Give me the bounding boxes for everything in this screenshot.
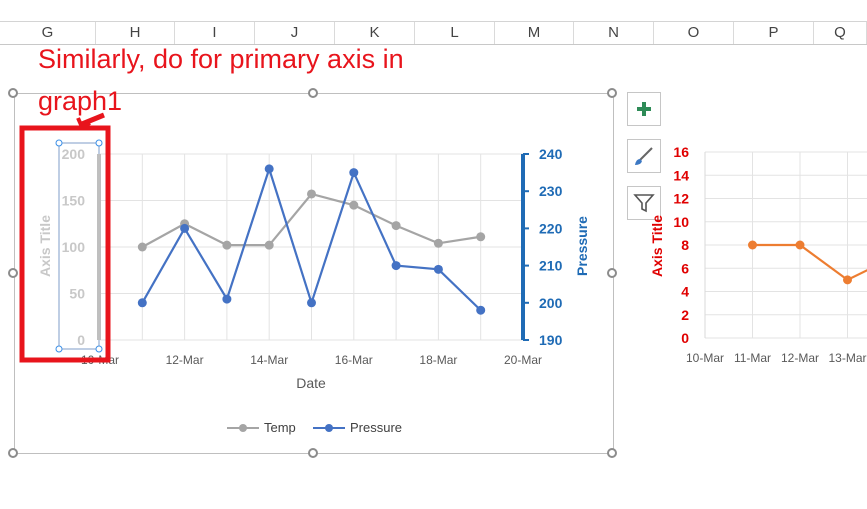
chart2-x-tick-label: 10-Mar: [686, 351, 724, 365]
chart2-x-tick-label: 13-Mar: [828, 351, 866, 365]
series-point-temp: [476, 232, 486, 242]
secondary-y-tick-label: 220: [539, 220, 563, 236]
chart2-y-tick-label: 16: [673, 144, 689, 160]
chart1-gridlines: [99, 153, 524, 341]
x-tick-label: 14-Mar: [250, 353, 288, 367]
series-point-temp: [391, 221, 401, 231]
series-point-pressure: [391, 261, 401, 271]
legend-marker-pressure: [325, 424, 333, 432]
chart2-labels: 0 2 4 6 8 10 12 14 16 Axis Title 10-Mar 11-Mar 12-Ma…: [649, 144, 867, 365]
annotation-text: Similarly, do for primary axis in graph1: [38, 44, 404, 116]
series-point-temp: [307, 189, 316, 199]
legend-marker-temp: [239, 424, 247, 432]
legend-label-pressure: Pressure: [350, 420, 402, 435]
series-point-temp: [433, 238, 443, 248]
secondary-y-tick-label: 200: [539, 295, 563, 311]
series-point-temp: [349, 200, 359, 210]
chart2-y-tick-label: 12: [673, 191, 689, 207]
chart2-series-line: [752, 243, 867, 282]
x-tick-label: 18-Mar: [419, 353, 457, 367]
chart2-series-point: [843, 275, 852, 285]
selection-handle[interactable]: [95, 345, 103, 353]
x-tick-label: 12-Mar: [166, 353, 204, 367]
series-point-pressure: [476, 305, 486, 315]
selection-handle[interactable]: [55, 345, 63, 353]
chart2-y-tick-label: 8: [681, 237, 689, 253]
legend-label-temp: Temp: [264, 420, 296, 435]
series-point-pressure: [264, 164, 274, 174]
chart2-y-tick-label: 0: [681, 330, 689, 346]
chart2-series-point: [795, 240, 805, 250]
selection-handle[interactable]: [95, 139, 103, 147]
primary-y-tick-label: 50: [69, 286, 85, 302]
selection-handle[interactable]: [55, 139, 63, 147]
chart2-y-tick-label: 10: [673, 214, 689, 230]
chart2-y-tick-label: 4: [681, 284, 689, 300]
chart2-series-point: [748, 240, 757, 250]
chart2-y-tick-label: 14: [673, 167, 689, 183]
series-point-temp: [137, 242, 147, 252]
primary-y-tick-label: 0: [77, 332, 85, 348]
chart1-labels: 10-Mar 12-Mar 14-Mar 16-Mar 18-Mar 20-MarDate…: [37, 146, 590, 435]
series-point-temp: [222, 240, 232, 250]
primary-y-tick-label: 100: [62, 239, 86, 255]
x-tick-label: 20-Mar: [504, 353, 542, 367]
chart2-plot-area: [748, 240, 867, 285]
chart2-axis-title: Axis Title: [649, 215, 665, 277]
series-point-pressure: [137, 298, 147, 308]
primary-y-tick-label: 150: [62, 193, 86, 209]
series-point-temp: [264, 240, 274, 250]
series-point-pressure: [180, 223, 190, 233]
secondary-y-tick-label: 210: [539, 258, 563, 274]
chart2-y-tick-label: 2: [681, 307, 689, 323]
x-tick-label: 16-Mar: [335, 353, 373, 367]
chart2-x-tick-label: 11-Mar: [734, 351, 771, 365]
series-point-pressure: [433, 264, 443, 274]
chart2-y-tick-label: 6: [681, 260, 689, 276]
secondary-axis-title: Pressure: [574, 216, 590, 276]
secondary-y-tick-label: 230: [539, 183, 563, 199]
primary-axis-title: Axis Title: [37, 215, 53, 277]
x-axis-title: Date: [296, 375, 326, 391]
secondary-y-tick-label: 190: [539, 332, 563, 348]
series-point-pressure: [349, 168, 359, 178]
secondary-y-tick-label: 240: [539, 146, 563, 162]
chart2-x-tick-label: 12-Mar: [781, 351, 819, 365]
series-point-pressure: [222, 294, 232, 304]
primary-y-tick-label: 200: [62, 146, 86, 162]
series-point-pressure: [307, 298, 316, 308]
